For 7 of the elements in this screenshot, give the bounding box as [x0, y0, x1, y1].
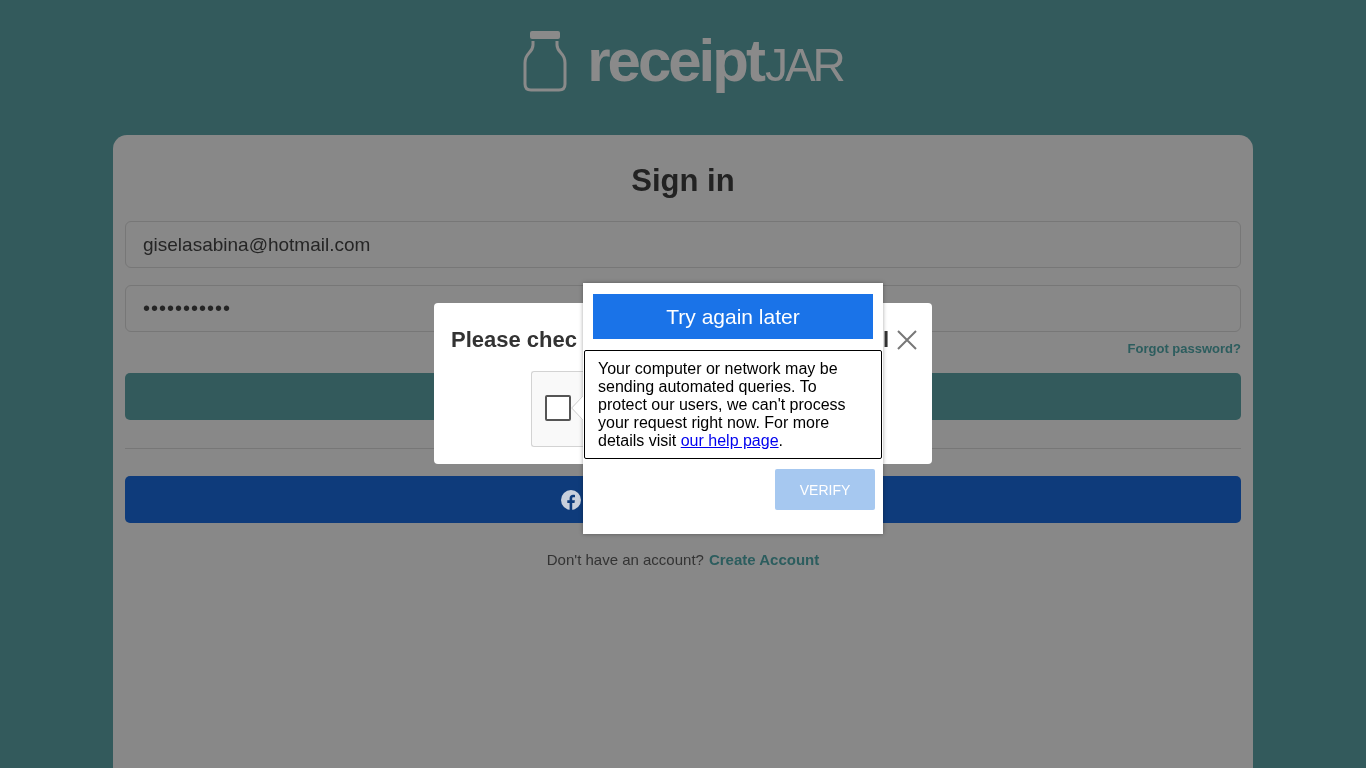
logo-text: receiptJAR [587, 31, 843, 95]
error-header: Try again later [593, 294, 873, 339]
signup-prompt-text: Don't have an account? [546, 551, 704, 569]
sign-in-title: Sign in [631, 162, 735, 200]
dialog-title: Please chec [451, 326, 577, 354]
error-message: Your computer or network may be sending automated queries. To protect our users, we can't process your request right now. For more details visit our help page. [584, 350, 882, 459]
dialog-title-fragment: l [882, 326, 889, 354]
